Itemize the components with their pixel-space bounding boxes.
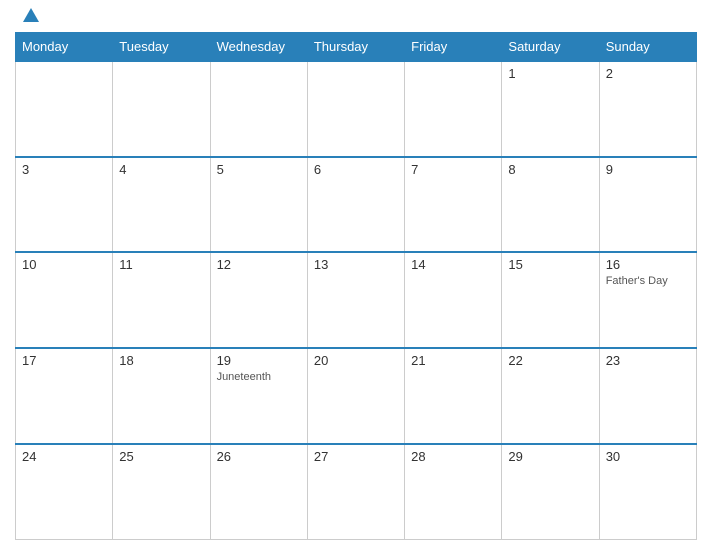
day-cell: 9 <box>599 157 696 253</box>
day-cell: 15 <box>502 252 599 348</box>
day-cell: 25 <box>113 444 210 540</box>
day-number: 21 <box>411 353 495 368</box>
day-number: 7 <box>411 162 495 177</box>
day-cell: 18 <box>113 348 210 444</box>
day-number: 1 <box>508 66 592 81</box>
day-cell: 22 <box>502 348 599 444</box>
day-cell: 8 <box>502 157 599 253</box>
day-cell: 24 <box>16 444 113 540</box>
weekday-header-wednesday: Wednesday <box>210 33 307 62</box>
day-cell: 16 Father's Day <box>599 252 696 348</box>
day-cell <box>210 61 307 157</box>
day-number: 19 <box>217 353 301 368</box>
week-row-1: 12 <box>16 61 697 157</box>
day-number: 24 <box>22 449 106 464</box>
day-number: 12 <box>217 257 301 272</box>
day-number: 9 <box>606 162 690 177</box>
day-number: 16 <box>606 257 690 272</box>
day-cell: 13 <box>307 252 404 348</box>
weekday-header-saturday: Saturday <box>502 33 599 62</box>
day-number: 3 <box>22 162 106 177</box>
week-row-3: 10 11 12 13 14 15 16 Father's Day <box>16 252 697 348</box>
day-number: 15 <box>508 257 592 272</box>
day-number: 17 <box>22 353 106 368</box>
day-cell <box>113 61 210 157</box>
day-cell: 21 <box>405 348 502 444</box>
day-cell: 14 <box>405 252 502 348</box>
day-cell: 29 <box>502 444 599 540</box>
day-number: 10 <box>22 257 106 272</box>
day-number: 25 <box>119 449 203 464</box>
day-cell: 20 <box>307 348 404 444</box>
day-cell: 10 <box>16 252 113 348</box>
header <box>15 10 697 24</box>
day-cell: 1 <box>502 61 599 157</box>
day-number: 8 <box>508 162 592 177</box>
day-cell: 6 <box>307 157 404 253</box>
day-event: Father's Day <box>606 275 690 287</box>
weekday-header-tuesday: Tuesday <box>113 33 210 62</box>
calendar-table: MondayTuesdayWednesdayThursdayFridaySatu… <box>15 32 697 540</box>
week-row-5: 24 25 26 27 28 29 30 <box>16 444 697 540</box>
day-number: 11 <box>119 257 203 272</box>
weekday-header-monday: Monday <box>16 33 113 62</box>
logo <box>20 10 39 24</box>
day-cell: 28 <box>405 444 502 540</box>
weekday-header-thursday: Thursday <box>307 33 404 62</box>
day-cell <box>307 61 404 157</box>
day-cell <box>405 61 502 157</box>
day-number: 27 <box>314 449 398 464</box>
day-number: 20 <box>314 353 398 368</box>
logo-triangle-icon <box>23 8 39 22</box>
day-cell: 30 <box>599 444 696 540</box>
day-cell: 4 <box>113 157 210 253</box>
day-event: Juneteenth <box>217 371 301 383</box>
weekday-header-friday: Friday <box>405 33 502 62</box>
day-number: 26 <box>217 449 301 464</box>
day-cell: 2 <box>599 61 696 157</box>
day-number: 23 <box>606 353 690 368</box>
day-number: 14 <box>411 257 495 272</box>
day-number: 22 <box>508 353 592 368</box>
day-cell: 5 <box>210 157 307 253</box>
day-cell: 7 <box>405 157 502 253</box>
day-cell: 11 <box>113 252 210 348</box>
day-cell: 23 <box>599 348 696 444</box>
day-number: 18 <box>119 353 203 368</box>
day-number: 28 <box>411 449 495 464</box>
day-number: 2 <box>606 66 690 81</box>
day-number: 30 <box>606 449 690 464</box>
day-cell: 27 <box>307 444 404 540</box>
weekday-header-sunday: Sunday <box>599 33 696 62</box>
day-cell: 12 <box>210 252 307 348</box>
day-cell: 17 <box>16 348 113 444</box>
day-number: 6 <box>314 162 398 177</box>
day-cell <box>16 61 113 157</box>
day-number: 13 <box>314 257 398 272</box>
weekday-header-row: MondayTuesdayWednesdayThursdayFridaySatu… <box>16 33 697 62</box>
week-row-4: 17 18 19 Juneteenth 20 21 22 23 <box>16 348 697 444</box>
day-cell: 19 Juneteenth <box>210 348 307 444</box>
week-row-2: 3456789 <box>16 157 697 253</box>
day-cell: 3 <box>16 157 113 253</box>
day-number: 4 <box>119 162 203 177</box>
day-number: 5 <box>217 162 301 177</box>
day-number: 29 <box>508 449 592 464</box>
calendar-container: MondayTuesdayWednesdayThursdayFridaySatu… <box>0 0 712 550</box>
day-cell: 26 <box>210 444 307 540</box>
